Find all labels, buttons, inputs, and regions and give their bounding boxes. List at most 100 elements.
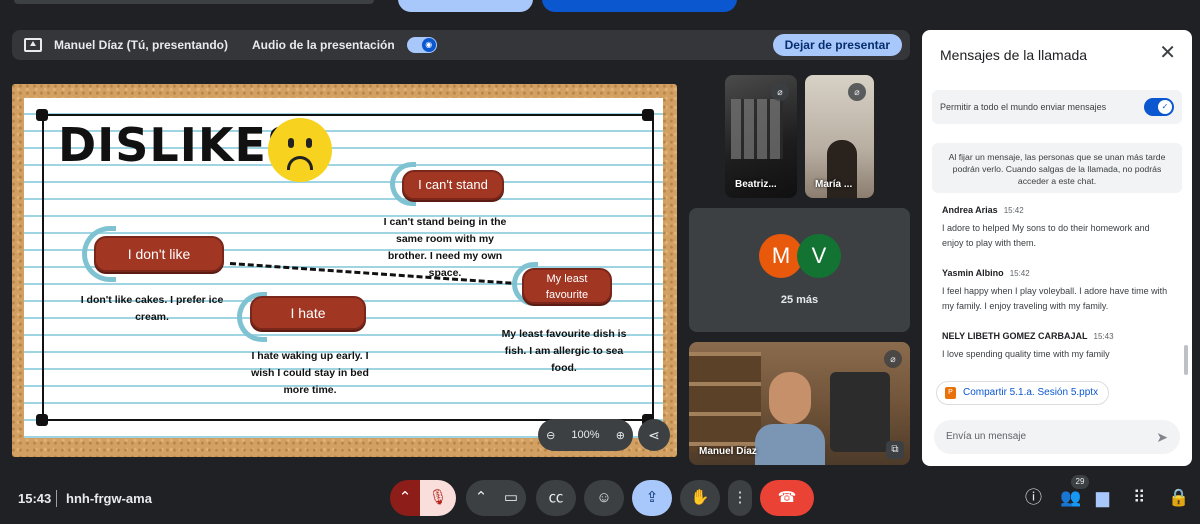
end-call-icon[interactable]: ☎ bbox=[760, 480, 814, 516]
stop-presenting-button[interactable]: Dejar de presentar bbox=[772, 34, 902, 56]
message-time: 15:43 bbox=[1093, 332, 1114, 341]
video-person-body bbox=[755, 424, 825, 465]
send-icon[interactable]: ➤ bbox=[1156, 420, 1168, 454]
message-text: I love spending quality time with my fam… bbox=[942, 349, 1110, 359]
tag-least-favourite: My least favourite bbox=[522, 268, 612, 304]
binder-clip bbox=[36, 109, 48, 121]
avatar: V bbox=[797, 234, 841, 278]
binder-clip bbox=[642, 109, 654, 121]
shared-file-chip[interactable]: P Compartir 5.1.a. Sesión 5.pptx bbox=[936, 381, 1110, 405]
mic-off-icon: ⌀ bbox=[848, 83, 866, 101]
tag-hate: I hate bbox=[250, 296, 366, 330]
message-author: Andrea Arias bbox=[942, 205, 998, 215]
presentation-slide: DISLIKES I don't like I can't stand I ha… bbox=[12, 84, 677, 457]
tag-cant-stand: I can't stand bbox=[402, 170, 504, 200]
chat-message: Andrea Arias 15:42 I adore to helped My s… bbox=[942, 200, 1172, 251]
video-chair bbox=[830, 372, 890, 452]
video-background bbox=[731, 99, 783, 159]
text-dont-like: I don't like cakes. I prefer ice cream. bbox=[80, 294, 224, 323]
message-meta: Andrea Arias 15:42 bbox=[942, 200, 1172, 218]
info-icon[interactable]: ⓘ bbox=[1025, 488, 1042, 508]
mic-off-icon: ⌀ bbox=[771, 83, 789, 101]
present-screen-icon[interactable]: ⇪ bbox=[632, 480, 672, 516]
sad-face-eye bbox=[288, 138, 294, 148]
message-input-placeholder: Envía un mensaje bbox=[946, 431, 1027, 442]
message-time: 15:42 bbox=[1003, 206, 1024, 215]
close-icon[interactable]: ✕ bbox=[1159, 43, 1176, 63]
message-list: Andrea Arias 15:42 I adore to helped My s… bbox=[942, 200, 1172, 385]
permission-row: Permitir a todo el mundo enviar mensajes… bbox=[932, 90, 1182, 124]
presentation-bar: Manuel Díaz (Tú, presentando) Audio de l… bbox=[12, 30, 910, 60]
pin-note: Al fijar un mensaje, las personas que se… bbox=[932, 143, 1182, 193]
zoom-out-icon[interactable]: ⊖ bbox=[546, 429, 555, 442]
host-controls-icon[interactable]: 🔒 bbox=[1168, 488, 1189, 508]
sad-face-mouth bbox=[287, 156, 313, 170]
message-author: NELY LIBETH GOMEZ CARBAJAL bbox=[942, 331, 1088, 341]
meeting-code: hnh-frgw-ama bbox=[66, 491, 152, 506]
message-text: I adore to helped My sons to do their ho… bbox=[942, 223, 1150, 248]
presentation-audio-toggle[interactable]: ◉ bbox=[406, 37, 437, 53]
zoom-level: 100% bbox=[571, 429, 600, 441]
more-participants-tile[interactable]: M V 25 más bbox=[689, 208, 910, 332]
more-options-icon[interactable]: ⋮ bbox=[728, 480, 752, 516]
message-text: I feel happy when I play voleyball. I ad… bbox=[942, 286, 1168, 311]
participant-name: Manuel Díaz bbox=[699, 446, 757, 457]
permission-label: Permitir a todo el mundo enviar mensajes bbox=[940, 102, 1107, 112]
clock: 15:43 bbox=[18, 491, 52, 506]
captions-icon[interactable]: ㏄ bbox=[536, 480, 576, 516]
message-input[interactable]: Envía un mensaje ➤ bbox=[934, 420, 1180, 454]
mic-options-button[interactable]: ⌃ bbox=[390, 480, 420, 516]
camera-options-button[interactable]: ⌃ bbox=[466, 480, 496, 516]
emoji-icon[interactable]: ☺ bbox=[584, 480, 624, 516]
share-icon[interactable]: ⋖ bbox=[638, 419, 670, 451]
participant-tile-beatriz[interactable]: ⌀ Beatriz... bbox=[725, 75, 797, 198]
top-button-light[interactable] bbox=[398, 0, 533, 12]
present-screen-icon bbox=[24, 38, 42, 52]
zoom-in-icon[interactable]: ⊕ bbox=[616, 429, 625, 442]
permission-toggle[interactable]: ✓ bbox=[1144, 98, 1174, 116]
text-least-favourite: My least favourite dish is fish. I am al… bbox=[501, 328, 627, 374]
top-strip bbox=[0, 0, 1200, 20]
chat-title: Mensajes de la llamada bbox=[940, 47, 1088, 63]
more-participants-label: 25 más bbox=[780, 294, 819, 306]
mic-off-icon[interactable]: 🎙 bbox=[420, 480, 456, 516]
message-author: Yasmin Albino bbox=[942, 268, 1004, 278]
participant-name: María ... bbox=[815, 179, 853, 190]
participant-name: Beatriz... bbox=[735, 179, 777, 190]
participant-tile-maria[interactable]: ⌀ María ... bbox=[805, 75, 874, 198]
text-cant-stand: I can't stand being in the same room wit… bbox=[383, 216, 507, 279]
pip-icon[interactable]: ⧉ bbox=[886, 441, 904, 459]
video-person bbox=[755, 372, 825, 465]
tag-least-favourite-line2: favourite bbox=[545, 289, 589, 301]
presenter-label: Manuel Díaz (Tú, presentando) bbox=[54, 38, 229, 52]
mic-off-icon: ⌀ bbox=[884, 350, 902, 368]
people-icon[interactable]: 👥 bbox=[1060, 488, 1081, 508]
text-hate: I hate waking up early. I wish I could s… bbox=[251, 350, 369, 396]
video-bookshelf bbox=[689, 352, 761, 452]
slide-title: DISLIKES bbox=[58, 118, 302, 172]
speaker-icon: ◉ bbox=[421, 38, 436, 52]
shared-file-name: Compartir 5.1.a. Sesión 5.pptx bbox=[963, 387, 1099, 398]
tag-least-favourite-line1: My least bbox=[546, 273, 588, 285]
participants-count-badge: 29 bbox=[1071, 475, 1089, 489]
video-person-head bbox=[769, 372, 811, 424]
raise-hand-icon[interactable]: ✋ bbox=[680, 480, 720, 516]
top-faded-text bbox=[14, 0, 374, 4]
divider bbox=[56, 490, 57, 507]
bottom-bar: 15:43 hnh-frgw-ama ⌃ 🎙 ⌃ ▭ ㏄ ☺ ⇪ ✋ ⋮ ☎ ⓘ… bbox=[0, 472, 1200, 524]
message-time: 15:42 bbox=[1009, 269, 1030, 278]
sad-face-eye bbox=[306, 138, 312, 148]
zoom-controls: ⊖ 100% ⊕ bbox=[538, 419, 633, 451]
participant-tile-self[interactable]: ⌀ Manuel Díaz ⧉ bbox=[689, 342, 910, 465]
activities-icon[interactable]: ⠿ bbox=[1133, 488, 1145, 508]
chat-scrollbar[interactable] bbox=[1184, 345, 1188, 375]
top-button-dark[interactable] bbox=[542, 0, 737, 12]
tag-dont-like: I don't like bbox=[94, 236, 224, 272]
chat-panel: Mensajes de la llamada ✕ Permitir a todo… bbox=[922, 30, 1192, 466]
message-meta: NELY LIBETH GOMEZ CARBAJAL 15:43 bbox=[942, 326, 1172, 344]
camera-icon[interactable]: ▭ bbox=[496, 480, 526, 516]
presentation-audio-label: Audio de la presentación bbox=[252, 38, 395, 52]
slides-file-icon: P bbox=[945, 387, 956, 399]
chat-message: NELY LIBETH GOMEZ CARBAJAL 15:43 I love s… bbox=[942, 326, 1172, 362]
chat-icon[interactable]: ▆ bbox=[1096, 488, 1109, 508]
